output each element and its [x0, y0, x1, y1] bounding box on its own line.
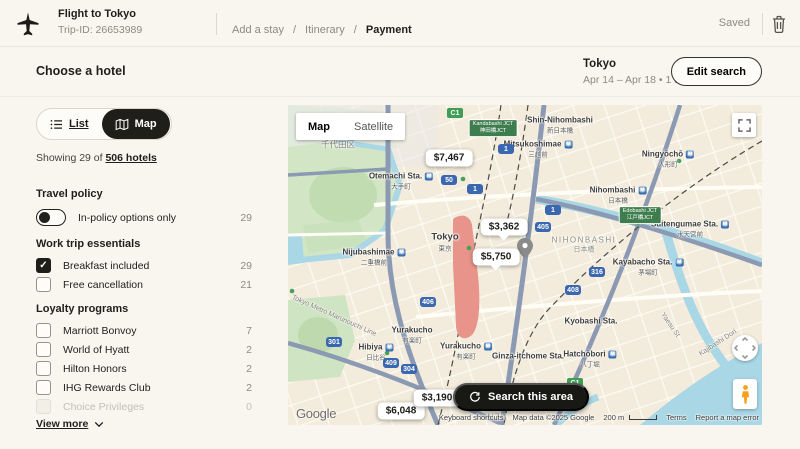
view-more-button[interactable]: View more — [36, 418, 104, 430]
map-type-map-button[interactable]: Map — [296, 113, 342, 140]
report-map-error-link[interactable]: Report a map error — [696, 413, 759, 422]
chevron-down-icon — [94, 421, 104, 428]
search-this-area-button[interactable]: Search this area — [453, 383, 589, 411]
filter-count: 0 — [246, 401, 252, 413]
google-logo: Google — [296, 406, 336, 421]
breadcrumb-payment[interactable]: Payment — [366, 24, 412, 36]
view-more-label: View more — [36, 418, 88, 430]
terms-link[interactable]: Terms — [666, 413, 686, 422]
trip-title: Flight to Tokyo — [58, 8, 142, 20]
filter-label: Free cancellation — [63, 279, 143, 291]
map-container: Chiyoda City千代田区Otemachi Sta.M大手町Shin-Ni… — [288, 105, 762, 425]
filter-label: Marriott Bonvoy — [63, 325, 137, 337]
list-view-button[interactable]: List — [37, 109, 102, 139]
map-view-label: Map — [135, 118, 157, 130]
in-policy-toggle[interactable] — [36, 209, 66, 226]
filter-row: Free cancellation 21 — [36, 275, 252, 294]
scale-text: 200 m — [603, 413, 624, 422]
hotel-price-marker[interactable]: $5,750 — [473, 249, 520, 266]
checkbox — [36, 399, 51, 414]
divider — [216, 13, 217, 35]
breadcrumb-separator: / — [293, 24, 296, 36]
saved-status: Saved — [719, 17, 750, 29]
filter-count: 21 — [240, 279, 252, 291]
filter-count: 2 — [246, 382, 252, 394]
top-bar: Flight to Tokyo Trip-ID: 26653989 Add a … — [0, 0, 800, 47]
map-attribution: Keyboard shortcuts Map data ©2025 Google… — [439, 413, 759, 422]
results-count-link[interactable]: 506 hotels — [105, 152, 156, 164]
fullscreen-button[interactable] — [732, 113, 756, 137]
breadcrumb-itinerary[interactable]: Itinerary — [305, 24, 345, 36]
keyboard-shortcuts-link[interactable]: Keyboard shortcuts — [439, 413, 504, 422]
scale-bar — [629, 415, 657, 420]
divider — [0, 96, 800, 97]
fullscreen-icon — [738, 119, 751, 132]
map-view-button[interactable]: Map — [102, 109, 170, 139]
filter-row: IHG Rewards Club 2 — [36, 378, 252, 397]
filter-count: 29 — [240, 260, 252, 272]
map-data-text: Map data ©2025 Google — [513, 413, 595, 422]
filter-row: Marriott Bonvoy 7 — [36, 321, 252, 340]
breadcrumb: Add a stay / Itinerary / Payment — [232, 24, 412, 36]
in-policy-filter-row: In-policy options only 29 — [36, 208, 252, 227]
breadcrumb-separator: / — [354, 24, 357, 36]
trash-icon[interactable] — [770, 14, 788, 34]
map-type-satellite-button[interactable]: Satellite — [342, 113, 405, 140]
checkbox[interactable]: ✓ — [36, 258, 51, 273]
results-summary: Showing 29 of 506 hotels — [36, 152, 157, 164]
filter-count: 29 — [240, 212, 252, 224]
checkbox[interactable] — [36, 277, 51, 292]
filter-row: World of Hyatt 2 — [36, 340, 252, 359]
filter-label: Choice Privileges — [63, 401, 144, 413]
map-type-control: Map Satellite — [296, 113, 405, 140]
filter-row: Hilton Honors 2 — [36, 359, 252, 378]
loyalty-filter-list: Marriott Bonvoy7World of Hyatt2Hilton Ho… — [36, 321, 252, 416]
filter-label: In-policy options only — [78, 212, 176, 224]
loyalty-heading: Loyalty programs — [36, 303, 128, 315]
divider — [762, 13, 763, 35]
map-icon — [115, 118, 129, 131]
filter-label: IHG Rewards Club — [63, 382, 151, 394]
essentials-heading: Work trip essentials — [36, 238, 140, 250]
essentials-filter-list: ✓ Breakfast included 29 Free cancellation 21 — [36, 256, 252, 294]
breadcrumb-add-a-stay[interactable]: Add a stay — [232, 24, 284, 36]
filter-label: World of Hyatt — [63, 344, 129, 356]
list-view-label: List — [69, 118, 89, 130]
refresh-icon — [469, 391, 481, 403]
checkbox[interactable] — [36, 342, 51, 357]
filter-label: Hilton Honors — [63, 363, 127, 375]
filter-row: ✓ Breakfast included 29 — [36, 256, 252, 275]
trip-info: Flight to Tokyo Trip-ID: 26653989 — [58, 8, 142, 36]
toggle-knob — [39, 212, 50, 223]
pegman-icon[interactable] — [733, 379, 757, 409]
view-toggle: List Map — [36, 108, 172, 140]
checkbox[interactable] — [36, 380, 51, 395]
search-this-area-label: Search this area — [488, 391, 573, 403]
checkbox[interactable] — [36, 323, 51, 338]
pan-control[interactable] — [732, 335, 758, 361]
map-markers-layer: $7,467$3,362$5,750$6,048$3,190 — [288, 105, 762, 425]
page-title: Choose a hotel — [36, 64, 126, 78]
trip-id: Trip-ID: 26653989 — [58, 24, 142, 36]
airplane-icon — [14, 10, 42, 38]
filter-count: 7 — [246, 325, 252, 337]
filter-count: 2 — [246, 344, 252, 356]
hotel-search-page: Flight to Tokyo Trip-ID: 26653989 Add a … — [0, 0, 800, 449]
list-icon — [50, 119, 63, 130]
filter-count: 2 — [246, 363, 252, 375]
edit-search-button[interactable]: Edit search — [671, 57, 762, 86]
filter-row: Choice Privileges 0 — [36, 397, 252, 416]
hotel-price-marker[interactable]: $7,467 — [426, 150, 473, 167]
filter-label: Breakfast included — [63, 260, 149, 272]
hotel-price-marker[interactable]: $3,362 — [481, 219, 528, 236]
checkbox[interactable] — [36, 361, 51, 376]
travel-policy-heading: Travel policy — [36, 188, 103, 200]
